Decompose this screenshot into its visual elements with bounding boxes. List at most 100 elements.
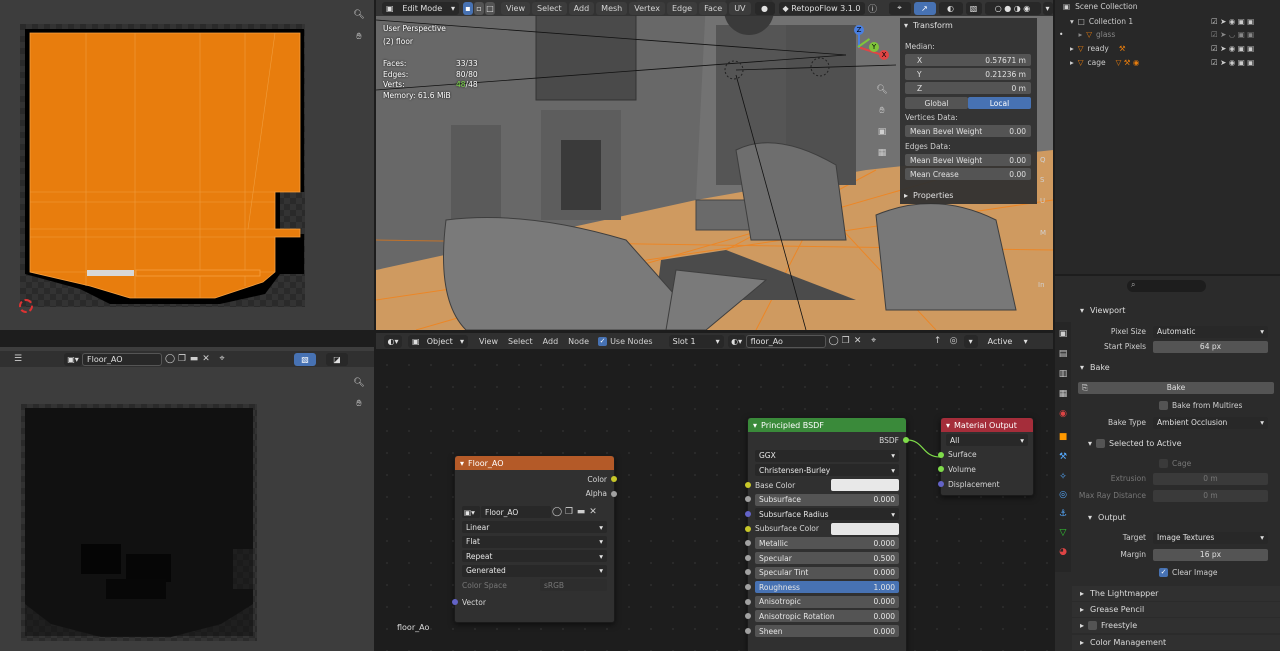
hand-icon[interactable]: ✋︎ [353, 398, 365, 410]
menu-mesh[interactable]: Mesh [596, 1, 628, 15]
displacement-socket[interactable] [938, 480, 944, 487]
bake-section[interactable]: ▾ Bake [1072, 360, 1280, 375]
shield-icon[interactable]: ◯ [164, 353, 176, 365]
physics-icon[interactable]: ◎ [1057, 489, 1069, 501]
crease-field[interactable]: Mean Crease 0.00 [905, 168, 1031, 180]
metallic-field[interactable]: Metallic 0.000 [755, 537, 899, 550]
image-texture-node[interactable]: ▾ Floor_AO Color Alpha ▣▾ Floor_AO ◯ ❐ ▬ … [452, 455, 617, 623]
principled-bsdf-node[interactable]: ▾ Principled BSDF BSDF GGX ▾ Christensen-B… [745, 417, 909, 651]
alpha-socket[interactable] [611, 490, 617, 497]
sss-method-dropdown[interactable]: Christensen-Burley ▾ [755, 464, 899, 477]
target-dropdown[interactable]: All ▾ [946, 434, 1028, 447]
snap-dropdown[interactable]: ▾ [963, 334, 978, 348]
duplicate-icon[interactable]: ❐ [176, 353, 188, 365]
bake-multires-row[interactable]: Bake from Multires [1159, 399, 1279, 412]
clear-image-row[interactable]: ✓ Clear Image [1159, 566, 1279, 579]
color-socket[interactable] [611, 476, 617, 482]
lightmapper-section[interactable]: ▸ The Lightmapper [1072, 586, 1280, 601]
image-type-dropdown[interactable]: ▣▾ [462, 506, 480, 519]
base-color-socket[interactable] [745, 481, 751, 488]
particles-icon[interactable]: ✧ [1057, 471, 1069, 483]
hand-icon[interactable]: ✋︎ [353, 31, 365, 43]
subsurface-color-swatch[interactable] [831, 522, 899, 535]
image-name-field[interactable]: Floor_AO [481, 506, 551, 519]
mode-dropdown[interactable]: ▣ Edit Mode ▾ [382, 1, 459, 15]
vector-socket[interactable] [452, 598, 458, 605]
editor-type-dropdown[interactable]: ◐▾ [384, 334, 402, 348]
z-axis[interactable]: Z [854, 25, 864, 35]
proportional-edit-button[interactable]: ● [754, 1, 775, 15]
vertex-select-button[interactable]: ▪ [463, 1, 473, 15]
object-icon[interactable]: ■ [1057, 431, 1069, 443]
z-field[interactable]: Z0 m [905, 82, 1031, 94]
output-icon[interactable]: ▥ [1057, 368, 1069, 380]
scene-icon[interactable]: ◉ [1057, 408, 1069, 420]
specular-field[interactable]: Specular 0.500 [755, 552, 899, 565]
sheen-field[interactable]: Sheen 0.000 [755, 625, 899, 638]
x-field[interactable]: X 0.57671 m [905, 54, 1031, 66]
menu-view[interactable]: View [474, 337, 503, 346]
shield-icon[interactable]: ◯ [551, 506, 563, 518]
camera-icon[interactable]: ▣ [876, 126, 888, 138]
tool-icon[interactable]: ▣ [1057, 328, 1069, 340]
y-field[interactable]: Y 0.21236 m [905, 68, 1031, 80]
help-icon[interactable]: ⓘ [867, 2, 879, 15]
snap-icon[interactable]: ◎ [948, 335, 960, 347]
close-icon[interactable]: ✕ [852, 335, 864, 347]
use-nodes-checkbox[interactable]: ✓ Use Nodes [598, 336, 653, 346]
specular-tint-field[interactable]: Specular Tint 0.000 [755, 566, 899, 579]
outliner-row-glass[interactable]: • ▸ ▽ glass ☑ ➤ ◡ ▣ ▣ [1056, 28, 1280, 41]
margin-field[interactable]: 16 px [1153, 548, 1268, 561]
subsurface-field[interactable]: Subsurface 0.000 [755, 493, 899, 506]
outliner-row-ready[interactable]: ▸ ▽ ready ⚒ ☑ ➤ ◉ ▣ ▣ [1056, 42, 1280, 55]
local-button[interactable]: Local [968, 97, 1031, 109]
menu-edge[interactable]: Edge [666, 1, 698, 15]
menu-select[interactable]: Select [531, 1, 567, 15]
zoom-icon[interactable]: 🔍︎ [876, 84, 888, 96]
hand-icon[interactable]: ✋︎ [876, 105, 888, 117]
subsurface-radius-dropdown[interactable]: Subsurface Radius ▾ [755, 508, 899, 521]
gizmo-dropdown[interactable]: ⌖ [888, 1, 911, 15]
start-pixels-field[interactable]: 64 px [1153, 340, 1268, 353]
bsdf-header[interactable]: ▾ Principled BSDF [748, 418, 906, 432]
freestyle-section[interactable]: ▸ Freestyle [1072, 618, 1280, 633]
clear-image-checkbox[interactable]: ✓ [1159, 568, 1168, 577]
parent-node-icon[interactable]: ↑ [932, 335, 944, 347]
edge-bevel-field[interactable]: Mean Bevel Weight 0.00 [905, 154, 1031, 166]
projection-dropdown[interactable]: Flat ▾ [462, 535, 607, 548]
active-dropdown[interactable]: Active ▾ [983, 334, 1032, 348]
material-icon[interactable]: ◕ [1057, 546, 1069, 558]
vertex-bevel-field[interactable]: Mean Bevel Weight 0.00 [905, 125, 1031, 137]
pin-icon[interactable]: ⌖ [868, 335, 880, 347]
image-name-field[interactable]: Floor_AO [82, 352, 162, 366]
duplicate-icon[interactable]: ❐ [563, 506, 575, 518]
target-dropdown[interactable]: Image Textures ▾ [1153, 531, 1268, 544]
display-channels-button[interactable]: ◪ [326, 352, 348, 366]
view-layer-icon[interactable]: ▦ [1057, 388, 1069, 400]
viewport-section[interactable]: ▾ Viewport [1072, 303, 1280, 318]
slot-dropdown[interactable]: Slot 1 ▾ [668, 334, 724, 348]
base-color-swatch[interactable] [831, 479, 899, 492]
modifier-icon[interactable]: ⚒ [1057, 451, 1069, 463]
visibility-icons[interactable]: ☑ ➤ ◉ ▣ ▣ [1211, 58, 1254, 67]
visibility-icons[interactable]: ☑ ➤ ◡ ▣ ▣ [1211, 30, 1254, 39]
freestyle-checkbox[interactable] [1088, 621, 1098, 630]
face-select-button[interactable]: □ [485, 1, 495, 15]
tab-in[interactable]: In [1038, 281, 1045, 289]
render-icon[interactable]: ▤ [1057, 348, 1069, 360]
transform-header[interactable]: ▾ Transform [904, 21, 953, 30]
menu-face[interactable]: Face [699, 1, 728, 15]
zoom-icon[interactable]: 🔍︎ [353, 9, 365, 21]
outliner-row-collection-1[interactable]: ▾ □ Collection 1 ☑ ➤ ◉ ▣ ▣ [1056, 15, 1280, 28]
bake-type-dropdown[interactable]: Ambient Occlusion ▾ [1153, 416, 1268, 429]
menu-add[interactable]: Add [538, 337, 564, 346]
selected-to-active-section[interactable]: ▾ Selected to Active [1080, 436, 1280, 451]
outliner-row-cage[interactable]: ▸ ▽ cage ▽ ⚒ ◉ ☑ ➤ ◉ ▣ ▣ [1056, 56, 1280, 69]
grid-icon[interactable]: ▦ [876, 147, 888, 159]
bake-button[interactable]: ⎘ Bake [1078, 381, 1274, 394]
menu-node[interactable]: Node [563, 337, 594, 346]
tab-m[interactable]: M [1040, 229, 1046, 237]
pin-icon[interactable]: ⌖ [216, 353, 228, 365]
anisotropic-field[interactable]: Anisotropic 0.000 [755, 595, 899, 608]
volume-socket[interactable] [938, 466, 944, 473]
